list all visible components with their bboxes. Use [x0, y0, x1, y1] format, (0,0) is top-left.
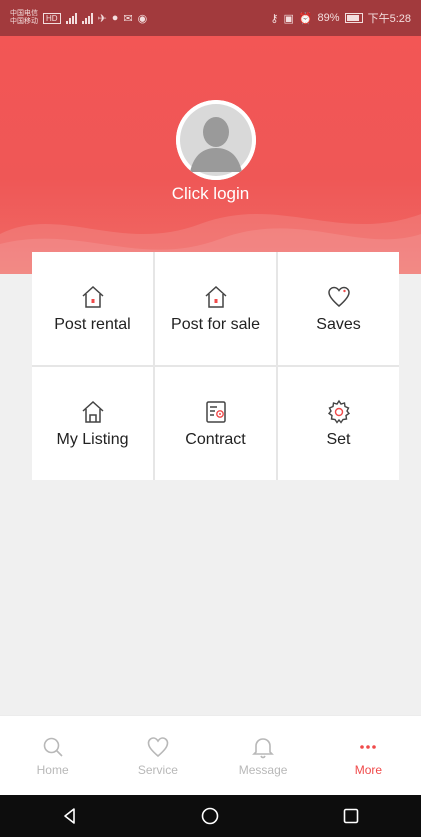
- contract-label: Contract: [185, 430, 246, 448]
- tab-home[interactable]: Home: [0, 716, 105, 796]
- profile-header: Click login: [0, 36, 421, 274]
- airplane-icon: ✈: [97, 12, 107, 25]
- alarm-icon: ⏰: [298, 12, 313, 25]
- vibrate-icon: ▣: [283, 12, 294, 25]
- status-time: 下午5:28: [367, 13, 411, 25]
- home-circle-icon: [202, 807, 219, 825]
- bell-icon: [252, 738, 275, 759]
- back-triangle-icon: [64, 808, 75, 824]
- post-rental-label: Post rental: [54, 315, 131, 333]
- click-login-link[interactable]: Click login: [0, 184, 421, 204]
- search-icon: [43, 737, 63, 757]
- home-button[interactable]: [180, 795, 240, 837]
- carrier-line-2: 中国移动: [10, 18, 38, 25]
- status-left: 中国电信 中国移动 HD ✈ ● ✉ ◉: [10, 10, 147, 26]
- user-silhouette-icon: [176, 100, 256, 180]
- tab-more[interactable]: More: [316, 716, 421, 796]
- tab-service[interactable]: Service: [105, 716, 210, 796]
- set-label: Set: [326, 430, 351, 448]
- tab-home-label: Home: [36, 763, 69, 777]
- tab-more-label: More: [354, 763, 383, 777]
- contract-button[interactable]: Contract: [155, 367, 276, 480]
- function-grid: Post rental Post for sale Saves My Listi…: [32, 252, 399, 480]
- mail-icon: ✉: [123, 12, 133, 25]
- gear-icon: [327, 399, 350, 424]
- status-bar: 中国电信 中国移动 HD ✈ ● ✉ ◉ ⚷ ▣ ⏰ 89% 下午5:28: [0, 0, 421, 36]
- recents-square-icon: [343, 808, 359, 824]
- my-listing-label: My Listing: [56, 430, 129, 448]
- contract-icon: [205, 400, 226, 423]
- post-for-sale-label: Post for sale: [171, 315, 260, 333]
- signal-icon-2: [81, 12, 93, 24]
- tab-message-label: Message: [238, 763, 288, 777]
- battery-percent: 89%: [317, 12, 340, 24]
- signal-icon: [65, 12, 77, 24]
- my-listing-button[interactable]: My Listing: [32, 367, 153, 480]
- key-icon: ⚷: [270, 12, 279, 25]
- back-button[interactable]: [40, 795, 100, 837]
- post-for-sale-button[interactable]: Post for sale: [155, 252, 276, 365]
- house-icon: [204, 285, 227, 308]
- dots-icon: [360, 745, 377, 749]
- app-icon: ◉: [137, 12, 148, 25]
- saves-button[interactable]: Saves: [278, 252, 399, 365]
- heart-icon: [147, 737, 169, 758]
- saves-label: Saves: [316, 315, 361, 333]
- house-outline-icon: [81, 400, 104, 423]
- battery-icon: [344, 13, 363, 23]
- set-button[interactable]: Set: [278, 367, 399, 480]
- avatar[interactable]: [176, 100, 256, 180]
- house-icon: [81, 285, 104, 308]
- heart-icon: [327, 286, 350, 307]
- post-rental-button[interactable]: Post rental: [32, 252, 153, 365]
- carrier-names: 中国电信 中国移动: [10, 10, 38, 26]
- status-right: ⚷ ▣ ⏰ 89% 下午5:28: [270, 10, 411, 26]
- system-nav-bar: [0, 795, 421, 837]
- bottom-tab-bar: Home Service Message More: [0, 715, 421, 796]
- carrier-line-1: 中国电信: [10, 10, 38, 17]
- chat-icon: ●: [111, 12, 119, 24]
- recents-button[interactable]: [321, 795, 381, 837]
- tab-service-label: Service: [137, 763, 178, 777]
- network-badge: HD: [43, 12, 61, 24]
- tab-message[interactable]: Message: [211, 716, 316, 796]
